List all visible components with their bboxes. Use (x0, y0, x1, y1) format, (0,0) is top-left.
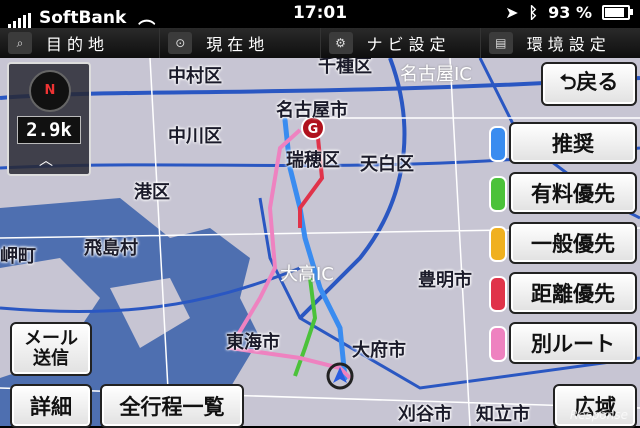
battery-icon (602, 5, 633, 20)
place-label: 港区 (134, 182, 170, 203)
menu-environment-settings[interactable]: ▤ 環境設定 (481, 28, 640, 58)
goal-label: G (308, 122, 319, 137)
location-arrow-icon: ➤ (505, 3, 519, 22)
place-label: 知立市 (476, 404, 530, 425)
route-alternative-button[interactable]: 別ルート (489, 322, 637, 364)
bluetooth-icon: ᛒ (528, 3, 539, 22)
route-color-swatch (489, 176, 507, 212)
place-label: 岬町 (0, 246, 36, 267)
nav-settings-icon: ⚙ (328, 32, 353, 54)
watermark: Response (569, 408, 628, 422)
place-label: 天白区 (360, 154, 414, 175)
place-label: 大高IC (280, 264, 334, 285)
detail-button[interactable]: 詳細 (10, 384, 92, 428)
top-menu: ⌕ 目的地 ⊙ 現在地 ⚙ ナビ設定 ▤ 環境設定 (0, 28, 640, 58)
send-mail-button[interactable]: メール 送信 (10, 322, 92, 376)
menu-destination[interactable]: ⌕ 目的地 (0, 28, 161, 58)
all-itinerary-button[interactable]: 全行程一覧 (100, 384, 244, 428)
route-color-swatch (489, 226, 507, 262)
current-location-icon: ⊙ (168, 32, 193, 54)
battery-percent: 93 % (548, 3, 592, 22)
place-label: 千種区 (318, 58, 372, 77)
route-color-swatch (489, 126, 507, 162)
route-recommended-button[interactable]: 推奨 (489, 122, 637, 164)
compass-panel[interactable]: N 2.9k ︿ (7, 62, 91, 176)
route-toll-button[interactable]: 有料優先 (489, 172, 637, 214)
route-general-button[interactable]: 一般優先 (489, 222, 637, 264)
destination-icon: ⌕ (8, 32, 32, 54)
place-label: 東海市 (226, 332, 280, 353)
menu-current-location[interactable]: ⊙ 現在地 (160, 28, 321, 58)
place-label: 中川区 (168, 126, 222, 147)
route-color-swatch (489, 276, 507, 312)
back-button[interactable]: ⮌戻る (541, 62, 637, 106)
place-label: 瑞穂区 (286, 150, 340, 171)
place-label: 名古屋市 (276, 100, 348, 121)
map-scale: 2.9k (17, 116, 81, 144)
place-label: 名古屋IC (400, 64, 472, 85)
place-label: 中村区 (168, 66, 222, 87)
collapse-chevron-icon[interactable]: ︿ (39, 150, 53, 170)
route-distance-button[interactable]: 距離優先 (489, 272, 637, 314)
place-label: 飛島村 (84, 238, 138, 259)
place-label: 大府市 (352, 340, 406, 361)
menu-nav-settings[interactable]: ⚙ ナビ設定 (321, 28, 481, 58)
compass-icon[interactable]: N (29, 70, 71, 112)
route-color-swatch (489, 326, 507, 362)
status-bar: SoftBank ︵ 17:01 ➤ ᛒ 93 % (0, 0, 640, 28)
environment-settings-icon: ▤ (488, 32, 513, 54)
place-label: 豊明市 (418, 270, 472, 291)
place-label: 刈谷市 (398, 404, 452, 425)
